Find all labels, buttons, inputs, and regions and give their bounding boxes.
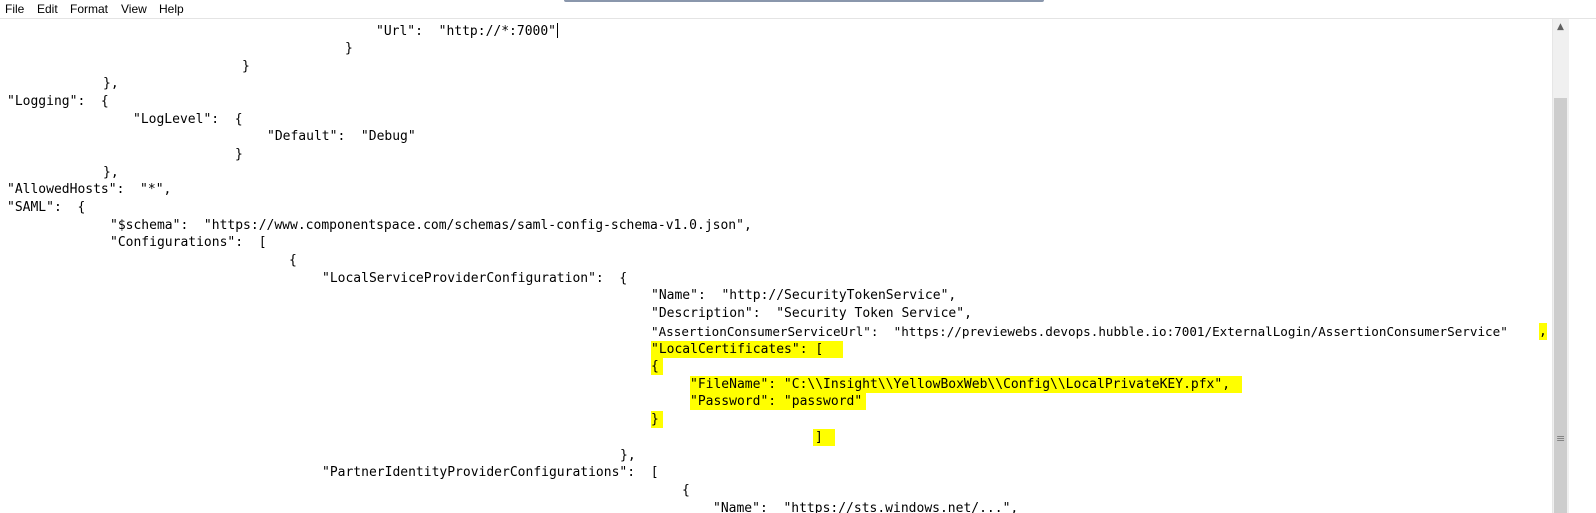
- highlighted-line: "FileName": "C:\\Insight\\YellowBoxWeb\\…: [690, 376, 1243, 393]
- code-line: }: [235, 147, 243, 162]
- code-line: },: [103, 76, 119, 91]
- code-line: "$schema": "https://www.componentspace.c…: [110, 218, 752, 233]
- text-caret: [557, 23, 558, 38]
- scrollbar-thumb[interactable]: [1554, 98, 1567, 513]
- code-line: "LocalServiceProviderConfiguration": {: [322, 271, 628, 286]
- code-line: {: [289, 253, 297, 268]
- code-line: "AssertionConsumerServiceUrl": "https://…: [651, 324, 1508, 339]
- code-line: "Name": "http://SecurityTokenService",: [651, 288, 957, 303]
- grip-icon: ≡: [1556, 432, 1566, 445]
- code-line: }: [345, 41, 353, 56]
- highlighted-line: "LocalCertificates": [: [651, 341, 844, 358]
- code-line: }: [242, 59, 250, 74]
- code-line: "LogLevel": {: [133, 112, 243, 127]
- highlighted-line: }: [651, 411, 663, 428]
- highlighted-comma: ,: [1539, 323, 1547, 340]
- menu-help[interactable]: Help: [157, 1, 186, 17]
- title-bar-edge: [564, 0, 1044, 2]
- chevron-up-icon[interactable]: ▲: [1552, 19, 1569, 36]
- code-line: "Name": "https://sts.windows.net/...",: [713, 501, 1019, 513]
- code-line: "AllowedHosts": "*",: [7, 182, 172, 197]
- code-line: "PartnerIdentityProviderConfigurations":…: [322, 465, 659, 480]
- code-line: {: [682, 483, 690, 498]
- menu-file[interactable]: File: [3, 1, 26, 17]
- menu-view[interactable]: View: [119, 1, 149, 17]
- code-line: "Default": "Debug": [267, 129, 416, 144]
- code-line: "Description": "Security Token Service",: [651, 306, 972, 321]
- highlighted-line: {: [651, 358, 663, 375]
- menu-format[interactable]: Format: [68, 1, 110, 17]
- text-editor[interactable]: "Url": "http://*:7000" } } }, "Logging":…: [0, 19, 1552, 513]
- code-line: "Configurations": [: [110, 235, 267, 250]
- code-line: },: [620, 448, 636, 463]
- menu-edit[interactable]: Edit: [35, 1, 60, 17]
- window-edge: [1569, 19, 1596, 513]
- code-line: "Url": "http://*:7000": [376, 24, 557, 39]
- highlighted-line: ]: [813, 429, 835, 446]
- highlighted-line: "Password": "password": [690, 393, 867, 410]
- menu-bar: File Edit Format View Help: [0, 0, 1596, 19]
- code-line: },: [103, 165, 119, 180]
- code-line: "Logging": {: [7, 94, 109, 109]
- code-line: "SAML": {: [7, 200, 86, 215]
